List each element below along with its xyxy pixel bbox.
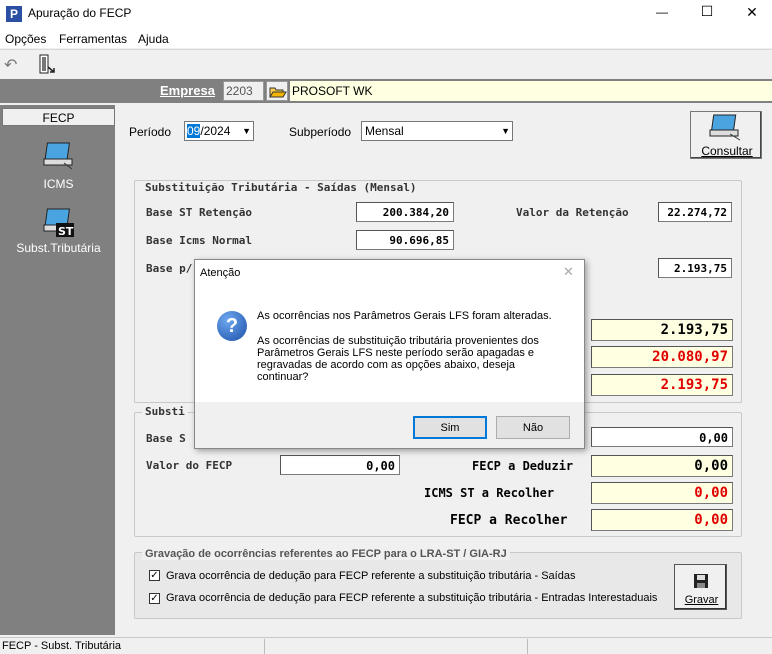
yellow-field-3[interactable]: 2.193,75 bbox=[591, 374, 733, 396]
yellow-field-2[interactable]: 20.080,97 bbox=[591, 346, 733, 368]
computer-icon bbox=[708, 113, 744, 144]
dialog-title: Atenção bbox=[200, 267, 241, 279]
base-s-label: Base S bbox=[146, 432, 186, 445]
status-divider bbox=[527, 639, 528, 654]
save-button[interactable]: Gravar bbox=[674, 564, 727, 610]
status-divider bbox=[264, 639, 265, 654]
empresa-code-field[interactable]: 2203 bbox=[223, 81, 264, 101]
fecp-deduzir-label: FECP a Deduzir bbox=[472, 459, 574, 473]
checkbox-entradas[interactable]: ✓ bbox=[149, 593, 160, 604]
title-bar: P Apuração do FECP — ☐ ✕ bbox=[0, 0, 772, 28]
consult-button[interactable]: Consultar bbox=[690, 111, 762, 159]
fecp-recolher-label: FECP a Recolher bbox=[450, 513, 568, 528]
consult-button-label: Consultar bbox=[701, 144, 753, 158]
sidebar-item-label: ICMS bbox=[43, 177, 74, 191]
right-value-field[interactable]: 2.193,75 bbox=[658, 258, 732, 278]
open-folder-button[interactable] bbox=[266, 81, 288, 101]
menu-ferramentas[interactable]: Ferramentas bbox=[59, 32, 127, 46]
period-label: Período bbox=[129, 125, 172, 139]
svg-text:ST: ST bbox=[58, 225, 74, 238]
valor-fecp-field[interactable]: 0,00 bbox=[280, 455, 400, 475]
sidebar-item-subst-tributaria[interactable]: ST Subst.Tributária bbox=[2, 205, 115, 261]
attention-dialog: Atenção ✕ ? As ocorrências nos Parâmetro… bbox=[194, 259, 585, 449]
yes-button[interactable]: Sim bbox=[413, 416, 487, 439]
minimize-button[interactable]: — bbox=[652, 5, 672, 19]
menu-ajuda[interactable]: Ajuda bbox=[138, 32, 169, 46]
close-button[interactable]: ✕ bbox=[742, 4, 762, 21]
dialog-title-bar: Atenção ✕ bbox=[195, 260, 584, 284]
menu-opcoes[interactable]: Opções bbox=[5, 32, 46, 46]
computer-icon bbox=[42, 139, 76, 174]
base-st-field[interactable]: 200.384,20 bbox=[356, 202, 454, 222]
app-logo-icon: P bbox=[6, 6, 22, 22]
valor-retencao-field[interactable]: 22.274,72 bbox=[658, 202, 732, 222]
sidebar-header[interactable]: FECP bbox=[2, 108, 115, 126]
valor-retencao-label: Valor da Retenção bbox=[516, 206, 629, 219]
empresa-name-field: PROSOFT WK bbox=[290, 81, 772, 101]
checkbox-entradas-label: Grava ocorrência de dedução para FECP re… bbox=[166, 592, 658, 604]
fecp-deduzir-field[interactable]: 0,00 bbox=[591, 455, 733, 477]
subperiod-select[interactable]: Mensal ▼ bbox=[361, 121, 513, 141]
period-year: /2024 bbox=[200, 124, 231, 138]
fecp-group-title: Substi bbox=[142, 405, 188, 418]
exit-door-icon[interactable] bbox=[36, 54, 56, 76]
save-button-label: Gravar bbox=[684, 594, 719, 606]
subperiod-label: Subperíodo bbox=[289, 125, 352, 139]
sidebar-item-label: Subst.Tributária bbox=[16, 241, 101, 255]
maximize-button[interactable]: ☐ bbox=[697, 3, 717, 20]
saidas-group-title: Substituição Tributária - Saídas (Mensal… bbox=[142, 181, 420, 194]
toolbar: ↶ bbox=[0, 49, 772, 79]
floppy-disk-icon bbox=[693, 573, 709, 589]
st-computer-icon: ST bbox=[42, 205, 76, 242]
menu-bar: Opções Ferramentas Ajuda bbox=[0, 28, 772, 48]
base-st-label: Base ST Retenção bbox=[146, 206, 252, 219]
base-icms-label: Base Icms Normal bbox=[146, 234, 252, 247]
sidebar: FECP ICMS ST Subst.Tributária bbox=[0, 105, 117, 635]
sidebar-item-icms[interactable]: ICMS bbox=[2, 139, 115, 195]
question-icon: ? bbox=[217, 311, 247, 341]
chevron-down-icon: ▼ bbox=[242, 126, 251, 136]
base-s-field[interactable]: 0,00 bbox=[591, 427, 733, 447]
period-month: 09 bbox=[187, 124, 201, 138]
period-select[interactable]: 09/2024 ▼ bbox=[184, 121, 254, 141]
dialog-close-icon[interactable]: ✕ bbox=[563, 264, 574, 280]
dialog-message-2: As ocorrências de substituição tributári… bbox=[257, 335, 539, 383]
gravacao-title: Gravação de ocorrências referentes ao FE… bbox=[142, 548, 510, 560]
icms-recolher-label: ICMS ST a Recolher bbox=[424, 486, 555, 500]
subperiod-value: Mensal bbox=[365, 124, 404, 138]
status-text: FECP - Subst. Tributária bbox=[2, 640, 122, 652]
checkbox-saidas-label: Grava ocorrência de dedução para FECP re… bbox=[166, 570, 576, 582]
checkbox-saidas[interactable]: ✓ bbox=[149, 570, 160, 581]
dialog-body: ? As ocorrências nos Parâmetros Gerais L… bbox=[195, 284, 584, 402]
status-bar: FECP - Subst. Tributária bbox=[0, 637, 772, 654]
valor-fecp-label: Valor do FECP bbox=[146, 459, 233, 472]
yellow-field-1[interactable]: 2.193,75 bbox=[591, 319, 733, 341]
undo-icon[interactable]: ↶ bbox=[4, 55, 17, 75]
fecp-recolher-field[interactable]: 0,00 bbox=[591, 509, 733, 531]
base-icms-field[interactable]: 90.696,85 bbox=[356, 230, 454, 250]
empresa-label: Empresa bbox=[160, 83, 215, 98]
base-p-label: Base p/ bbox=[146, 262, 193, 275]
window-title: Apuração do FECP bbox=[28, 6, 132, 20]
icms-recolher-field[interactable]: 0,00 bbox=[591, 482, 733, 504]
gravacao-group bbox=[134, 552, 742, 619]
chevron-down-icon: ▼ bbox=[501, 126, 510, 136]
no-button[interactable]: Não bbox=[496, 416, 570, 439]
empresa-bar: Empresa 2203 PROSOFT WK bbox=[0, 79, 772, 103]
dialog-message-1: As ocorrências nos Parâmetros Gerais LFS… bbox=[257, 310, 552, 322]
